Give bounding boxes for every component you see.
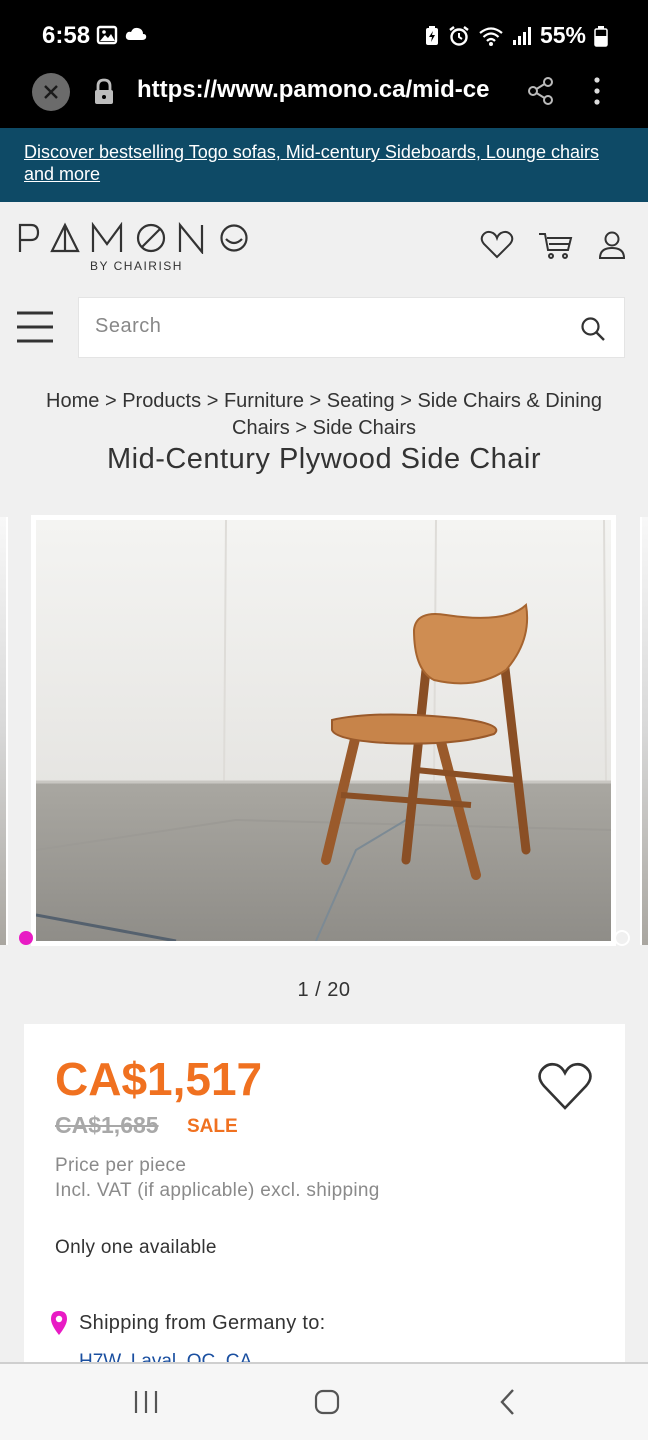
site-header: BY CHAIRISH: [0, 202, 648, 292]
battery-icon: [594, 25, 608, 47]
battery-percentage: 55%: [539, 22, 586, 48]
promo-link[interactable]: Discover bestselling Togo sofas, Mid-cen…: [24, 142, 599, 184]
vat-note: Incl. VAT (if applicable) excl. shipping: [55, 1180, 380, 1201]
breadcrumb-products[interactable]: Products: [122, 390, 201, 412]
search-input[interactable]: [95, 315, 545, 338]
product-image[interactable]: [31, 515, 616, 946]
image-counter: 1 / 20: [297, 979, 351, 1001]
promo-banner: Discover bestselling Togo sofas, Mid-cen…: [0, 128, 648, 202]
recents-icon[interactable]: [133, 1388, 159, 1416]
hamburger-menu-icon[interactable]: [16, 311, 54, 343]
gallery-icon: [96, 25, 118, 45]
search-bar: [78, 297, 625, 358]
availability-text: Only one available: [55, 1237, 217, 1258]
product-title: Mid-Century Plywood Side Chair: [106, 443, 542, 475]
close-tab-button[interactable]: [32, 73, 70, 111]
status-icons-left: [96, 24, 148, 46]
more-vert-icon[interactable]: [589, 74, 605, 108]
search-icon[interactable]: [580, 316, 606, 342]
breadcrumb-home[interactable]: Home: [46, 390, 99, 412]
back-icon[interactable]: [498, 1388, 518, 1416]
system-nav-bar: [0, 1362, 648, 1440]
lock-icon[interactable]: [93, 78, 115, 106]
cloud-icon: [125, 27, 147, 40]
sale-price: CA$1,517: [55, 1053, 263, 1105]
status-icons-right: 55%: [424, 22, 608, 49]
heart-icon[interactable]: [480, 230, 514, 260]
previous-image-peek[interactable]: [0, 517, 8, 945]
next-image-peek[interactable]: [640, 517, 648, 945]
breadcrumb-seating[interactable]: Seating: [327, 390, 395, 412]
chair-photo: [35, 519, 612, 943]
status-bar: 6:58 55%: [0, 0, 648, 68]
image-gallery: [0, 515, 648, 947]
logo-subtitle: BY CHAIRISH: [90, 259, 183, 273]
cart-icon[interactable]: [538, 230, 574, 260]
gallery-dot[interactable]: [614, 930, 630, 946]
signal-icon: [512, 26, 531, 45]
share-icon[interactable]: [527, 76, 555, 106]
breadcrumb: Home > Products > Furniture > Seating > …: [20, 388, 628, 442]
url-text[interactable]: https://www.pamono.ca/mid-ce: [137, 76, 505, 104]
battery-saver-icon: [425, 25, 438, 45]
breadcrumb-separator: >: [104, 390, 117, 412]
price-card: CA$1,517 CA$1,685 SALE Price per piece I…: [24, 1024, 625, 1364]
favorite-heart-icon[interactable]: [537, 1062, 593, 1112]
original-price: CA$1,685: [55, 1112, 159, 1138]
home-icon[interactable]: [313, 1388, 341, 1416]
sale-badge: SALE: [187, 1116, 238, 1137]
shipping-destination[interactable]: H7W, Laval, QC, CA: [79, 1352, 252, 1362]
shipping-label: Shipping from Germany to:: [79, 1312, 326, 1334]
price-note: Price per piece: [55, 1155, 187, 1176]
breadcrumb-separator: >: [206, 390, 219, 412]
breadcrumb-side-chairs[interactable]: Side Chairs: [313, 417, 416, 439]
breadcrumb-separator: >: [295, 417, 308, 439]
breadcrumb-separator: >: [400, 390, 412, 412]
user-icon[interactable]: [598, 230, 626, 260]
header-icons: [480, 230, 626, 260]
breadcrumb-furniture[interactable]: Furniture: [224, 390, 304, 412]
location-pin-icon: [51, 1311, 67, 1335]
gallery-dot-active[interactable]: [19, 931, 33, 945]
browser-url-bar: https://www.pamono.ca/mid-ce: [0, 68, 648, 128]
pamono-logo[interactable]: [18, 222, 250, 254]
wifi-icon: [479, 26, 503, 46]
status-time: 6:58: [42, 22, 91, 49]
alarm-icon: [449, 25, 469, 46]
close-icon: [44, 85, 58, 99]
breadcrumb-separator: >: [309, 390, 322, 412]
